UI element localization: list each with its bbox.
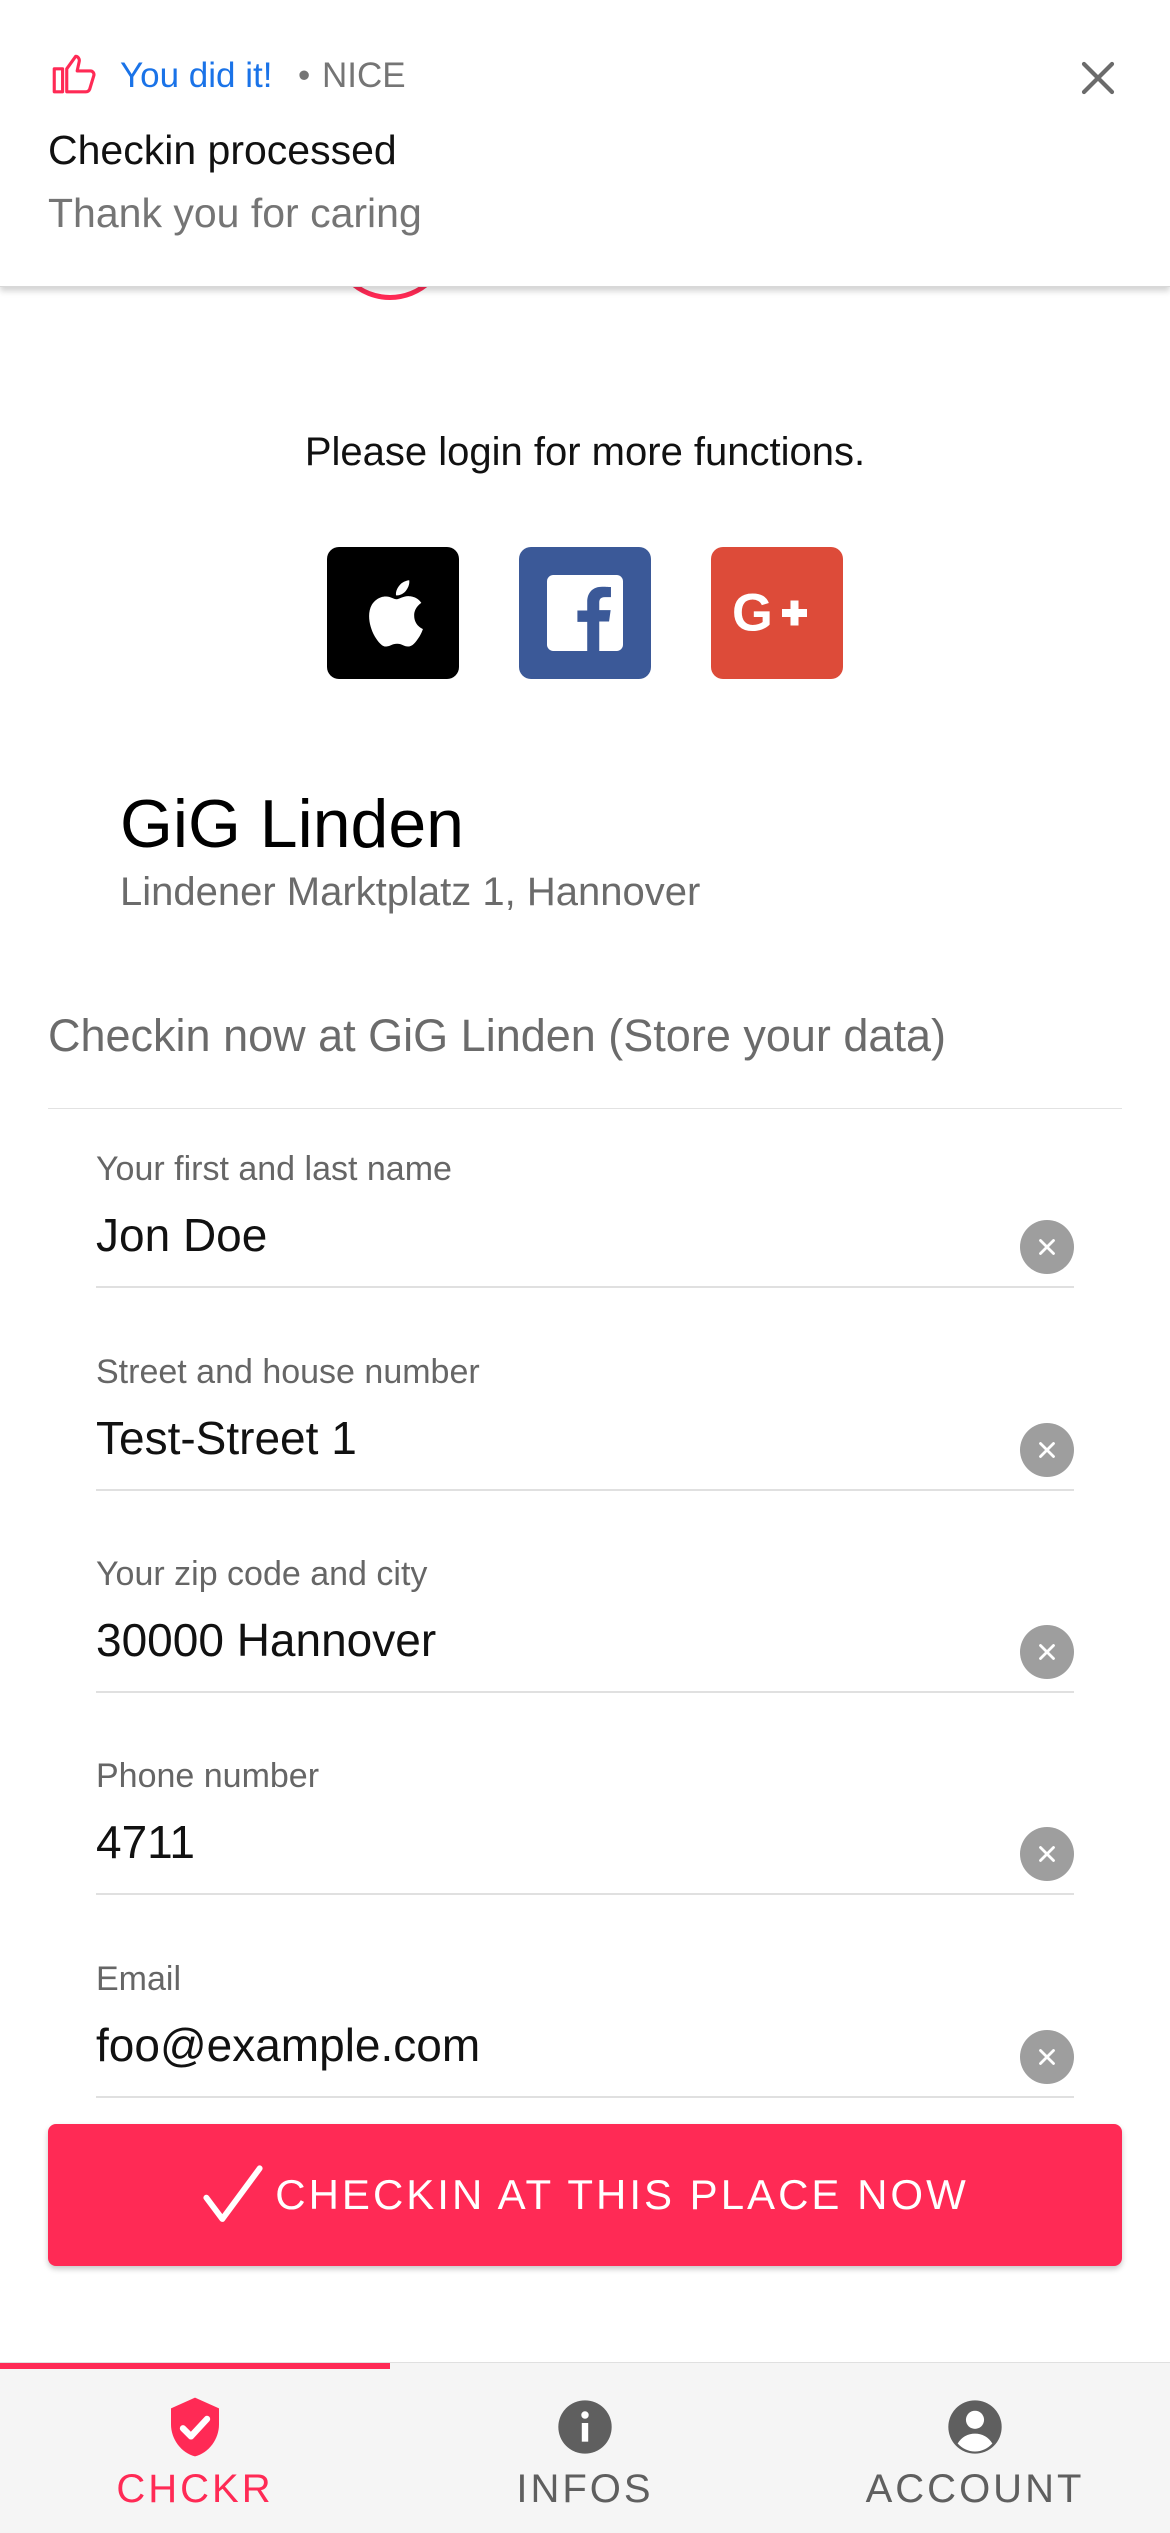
street-input[interactable]	[96, 1411, 976, 1465]
close-icon	[1039, 1239, 1055, 1255]
zip-city-input[interactable]	[96, 1613, 976, 1667]
clear-button[interactable]	[1020, 1220, 1074, 1274]
apple-icon	[369, 580, 423, 647]
clear-button[interactable]	[1020, 1625, 1074, 1679]
field-label: Your zip code and city	[96, 1555, 428, 1593]
close-icon	[1039, 1846, 1055, 1862]
clear-button[interactable]	[1020, 2030, 1074, 2084]
bottom-tab-bar: CHCKR INFOS ACCOUNT	[0, 2362, 1170, 2533]
close-icon	[1039, 1442, 1055, 1458]
notification-banner[interactable]: You did it! • NICE Checkin processed Tha…	[0, 0, 1170, 287]
zip-city-field: Your zip code and city	[96, 1525, 1074, 1693]
phone-field: Phone number	[96, 1727, 1074, 1895]
phone-input[interactable]	[96, 1815, 976, 1869]
close-icon[interactable]	[1070, 50, 1126, 106]
info-icon	[558, 2400, 612, 2454]
login-prompt: Please login for more functions.	[304, 430, 866, 474]
notification-tag: NICE	[322, 56, 406, 95]
close-icon	[1039, 2049, 1055, 2065]
tab-label: INFOS	[516, 2467, 654, 2511]
apple-login-button[interactable]	[327, 547, 459, 679]
thumbs-up-icon	[52, 54, 96, 94]
notification-title: Checkin processed	[48, 127, 397, 173]
close-icon	[1039, 1644, 1055, 1660]
checkin-submit-button[interactable]: CHECKIN AT THIS PLACE NOW	[48, 2124, 1122, 2266]
account-circle-icon	[948, 2400, 1002, 2454]
tab-infos[interactable]: INFOS	[390, 2363, 780, 2533]
clear-button[interactable]	[1020, 1423, 1074, 1477]
svg-text:G: G	[732, 584, 773, 643]
checkin-title: Checkin now at GiG Linden (Store your da…	[48, 1010, 946, 1061]
clear-button[interactable]	[1020, 1827, 1074, 1881]
street-field: Street and house number	[96, 1323, 1074, 1491]
notification-separator: •	[298, 56, 311, 95]
name-field: Your first and last name	[96, 1120, 1074, 1288]
divider	[48, 1108, 1122, 1109]
venue-address: Lindener Marktplatz 1, Hannover	[120, 870, 701, 914]
field-label: Your first and last name	[96, 1150, 452, 1188]
facebook-icon	[547, 575, 623, 651]
tab-account[interactable]: ACCOUNT	[780, 2363, 1170, 2533]
name-input[interactable]	[96, 1208, 976, 1262]
venue-name: GiG Linden	[120, 786, 464, 862]
google-plus-login-button[interactable]: G	[711, 547, 843, 679]
tab-label: CHCKR	[116, 2467, 274, 2511]
tab-chckr[interactable]: CHCKR	[0, 2363, 390, 2533]
submit-label: CHECKIN AT THIS PLACE NOW	[275, 2171, 969, 2218]
tab-label: ACCOUNT	[865, 2467, 1085, 2511]
email-input[interactable]	[96, 2018, 976, 2072]
checkmark-icon	[203, 2165, 263, 2222]
shield-check-icon	[171, 2397, 219, 2457]
notification-app-name: You did it!	[120, 56, 273, 95]
facebook-login-button[interactable]	[519, 547, 651, 679]
email-field: Email	[96, 1930, 1074, 2098]
field-label: Phone number	[96, 1757, 320, 1795]
field-label: Street and house number	[96, 1353, 480, 1391]
notification-body: Thank you for caring	[48, 190, 422, 236]
google-plus-icon: G	[732, 584, 807, 643]
field-label: Email	[96, 1960, 182, 1998]
